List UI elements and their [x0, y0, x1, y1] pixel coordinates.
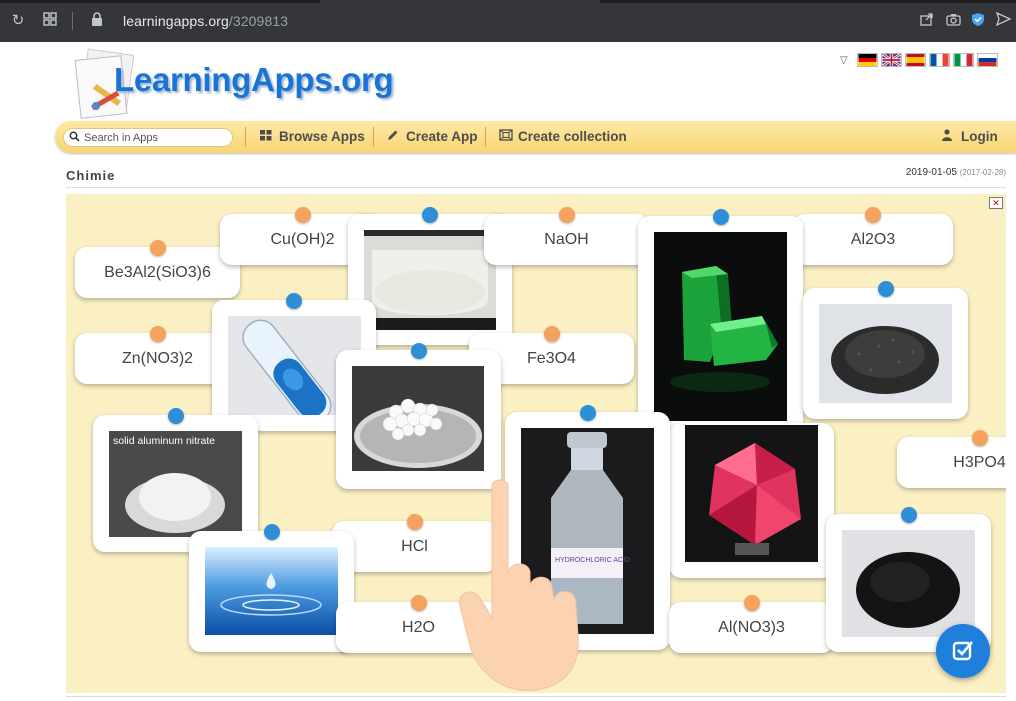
tabs-grid-icon[interactable]	[41, 12, 59, 30]
toolbar-divider	[72, 12, 73, 30]
matching-game-board: ✕ Be3Al2(SiO3)6 Cu(OH)2 NaOH Al2O3 Zn(NO…	[66, 194, 1006, 693]
card-label: Al(NO3)3	[718, 618, 785, 636]
nav-divider	[245, 127, 246, 147]
pin-icon	[579, 405, 596, 421]
create-collection-label: Create collection	[518, 129, 627, 144]
card-image-red-crystal[interactable]	[669, 423, 834, 578]
card-label: Al2O3	[850, 230, 896, 248]
search-placeholder: Search in Apps	[84, 132, 158, 144]
tab-strip-edge	[0, 0, 320, 3]
lock-icon[interactable]	[88, 12, 106, 30]
check-answers-button[interactable]	[936, 624, 990, 678]
flag-de-icon[interactable]	[857, 53, 878, 67]
fullscreen-icon[interactable]: ✕	[989, 197, 1003, 209]
pin-icon	[422, 207, 438, 223]
card-image-white-pellets[interactable]	[336, 343, 501, 489]
nav-divider	[485, 127, 486, 147]
divider	[66, 187, 1006, 188]
card-image-green-crystal[interactable]	[638, 209, 803, 437]
collection-icon	[499, 129, 513, 144]
app-created-date: (2017-02-28)	[959, 168, 1006, 177]
reload-icon[interactable]: ↻	[9, 12, 27, 30]
card-al2o3[interactable]: Al2O3	[793, 207, 953, 265]
grid-icon	[43, 12, 57, 26]
pin-icon	[406, 514, 423, 530]
browser-toolbar: ↻ learningapps.org/3209813	[0, 0, 1016, 42]
pin-icon	[149, 240, 166, 256]
image-caption: solid aluminum nitrate	[113, 435, 215, 447]
send-icon[interactable]	[994, 11, 1012, 30]
grid-icon	[260, 130, 274, 144]
pin-icon	[543, 326, 560, 342]
create-app-link[interactable]: Create App	[387, 129, 478, 144]
green-crystal-image	[654, 232, 787, 421]
pin-icon	[743, 595, 760, 611]
url-host: learningapps.org	[123, 13, 229, 29]
card-naoh[interactable]: NaOH	[484, 207, 649, 265]
create-app-label: Create App	[406, 129, 478, 144]
card-h3po4[interactable]: H3PO4	[897, 430, 1006, 488]
black-powder-image	[842, 530, 975, 637]
create-collection-link[interactable]: Create collection	[499, 129, 627, 144]
language-dropdown-icon[interactable]: ▽	[840, 55, 848, 66]
pin-icon	[263, 524, 280, 540]
white-precipitate-image	[364, 230, 496, 330]
hand-pointer-icon	[458, 479, 579, 691]
nav-divider	[373, 127, 374, 147]
card-be3al2sio36[interactable]: Be3Al2(SiO3)6	[75, 240, 240, 298]
red-crystal-image	[685, 425, 818, 562]
main-navigation: Search in Apps Browse Apps Create App Cr…	[55, 121, 1016, 153]
pin-icon	[971, 430, 988, 446]
tab-strip-edge-right	[600, 0, 1016, 3]
card-label: Be3Al2(SiO3)6	[104, 263, 211, 281]
pin-icon	[167, 408, 184, 424]
pencil-icon	[387, 129, 401, 144]
card-image-water-drop[interactable]	[189, 524, 354, 652]
pin-icon	[877, 281, 894, 297]
pin-icon	[286, 293, 302, 309]
flag-en-icon[interactable]	[881, 53, 902, 67]
app-modified-date: 2019-01-05	[905, 167, 957, 178]
white-pellets-image	[352, 366, 484, 471]
flag-fr-icon[interactable]	[929, 53, 950, 67]
app-title: Chimie	[66, 168, 116, 183]
flag-it-icon[interactable]	[953, 53, 974, 67]
card-label: H3PO4	[953, 453, 1006, 471]
camera-icon[interactable]	[944, 12, 962, 30]
flag-es-icon[interactable]	[905, 53, 926, 67]
water-drop-image	[205, 547, 338, 635]
app-date: 2019-01-05 (2017-02-28)	[906, 167, 1006, 178]
pin-icon	[900, 507, 917, 523]
pin-icon	[410, 595, 427, 611]
pin-icon	[558, 207, 575, 223]
divider	[66, 696, 1006, 697]
pin-icon	[712, 209, 729, 225]
check-icon	[952, 641, 973, 661]
pin-icon	[294, 207, 311, 223]
shield-icon[interactable]	[969, 12, 987, 30]
login-link[interactable]: Login	[942, 129, 998, 144]
language-flags	[857, 53, 998, 67]
pin-icon	[149, 326, 166, 342]
browse-apps-label: Browse Apps	[279, 129, 365, 144]
address-bar[interactable]: learningapps.org/3209813	[123, 13, 288, 29]
search-icon	[69, 131, 80, 145]
aluminum-nitrate-image: solid aluminum nitrate	[109, 431, 242, 537]
black-granules-image	[819, 304, 952, 403]
search-input[interactable]: Search in Apps	[63, 128, 233, 147]
site-logo-text[interactable]: LearningApps.org	[114, 61, 394, 99]
card-image-black-granules[interactable]	[803, 281, 968, 419]
card-alno33[interactable]: Al(NO3)3	[669, 595, 834, 653]
browse-apps-link[interactable]: Browse Apps	[260, 129, 365, 144]
pin-icon	[410, 343, 427, 359]
user-icon	[942, 129, 956, 144]
share-icon[interactable]	[918, 12, 936, 30]
card-label: NaOH	[544, 230, 589, 248]
flag-ru-icon[interactable]	[977, 53, 998, 67]
login-label: Login	[961, 129, 998, 144]
url-path: /3209813	[228, 13, 289, 29]
pin-icon	[865, 207, 881, 223]
